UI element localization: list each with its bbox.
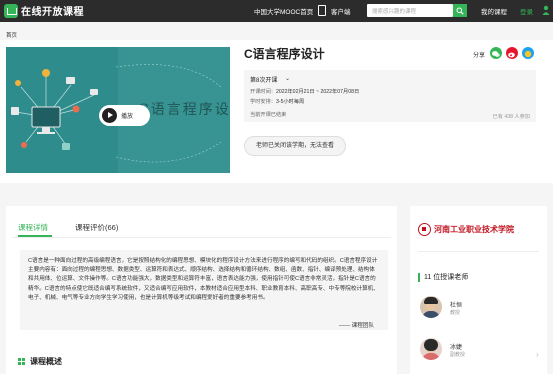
grid-icon [18, 358, 25, 365]
tab-course-reviews[interactable]: 课程评价(66) [75, 222, 118, 233]
course-hero: C语言程序设计 播放 C语言程序设计 分享 第8次开课 ⌄ 开课时间：2022年… [0, 40, 553, 183]
my-courses-link[interactable]: 我的课程 [481, 6, 507, 16]
course-details-card: 课程详情 课程评价(66) C语言是一种面向过程的高级编程语言，它是按照结构化的… [6, 206, 397, 374]
teacher-avatar[interactable] [420, 296, 442, 318]
wechat-share-icon[interactable] [490, 47, 502, 59]
closed-term-button[interactable]: 老师已关闭该学期，无法查看 [244, 136, 346, 156]
tab-course-details[interactable]: 课程详情 [18, 222, 48, 233]
play-label: 播放 [121, 114, 134, 120]
course-cover-video[interactable]: C语言程序设计 播放 [6, 47, 230, 173]
course-title: C语言程序设计 [244, 47, 325, 61]
teacher-avatar[interactable] [420, 338, 442, 360]
school-logo[interactable]: 河南工业职业技术学院 [418, 223, 514, 236]
qzone-share-icon[interactable] [522, 47, 534, 59]
search-icon [456, 7, 464, 15]
user-icon[interactable] [542, 5, 550, 15]
login-link[interactable]: 登录 [520, 6, 533, 16]
teacher-title: 教授 [450, 310, 461, 316]
top-nav-bar: 在线开放课程 中国大学MOOC首页 客户端 搜索感兴趣的课程 我的课程 登录 [0, 0, 553, 22]
sidebar-divider [418, 251, 539, 252]
teacher-title: 副教授 [450, 352, 466, 358]
nav-app-link[interactable]: 客户端 [331, 6, 351, 16]
course-hours-value: 3-5小时每周 [275, 99, 305, 105]
heading-accent-bar [418, 272, 420, 282]
nav-mooc-home-link[interactable]: 中国大学MOOC首页 [254, 6, 313, 16]
course-time-row: 开课时间：2022年02月21日 ~ 2022年07月08日 [250, 89, 360, 95]
school-seal-icon [418, 223, 431, 236]
share-label: 分享 [473, 53, 486, 59]
term-info-panel: 第8次开课 ⌄ 开课时间：2022年02月21日 ~ 2022年07月08日 学… [244, 70, 536, 122]
course-intro-box: C语言是一种面向过程的高级编程语言，它是按照结构化的编程思想、模块化的程序设计方… [20, 250, 388, 330]
weibo-share-icon[interactable] [506, 47, 518, 59]
course-hours-row: 学时安排：3-5小时每周 [250, 99, 305, 105]
play-icon [102, 108, 117, 123]
chevron-right-icon[interactable]: › [536, 350, 539, 359]
logo-text: 在线开放课程 [21, 7, 84, 18]
chevron-down-icon[interactable]: ⌄ [285, 75, 290, 82]
teacher-count-heading: 11 位授课老师 [418, 272, 468, 282]
school-sidebar: 河南工业职业技术学院 11 位授课老师 杜恒 教授 冰婕 副教授 › [410, 206, 547, 374]
course-team-signature: —— 课程团队 [338, 323, 374, 329]
tab-divider [12, 237, 391, 238]
logo-icon [4, 3, 18, 18]
play-button[interactable]: 播放 [99, 105, 150, 126]
breadcrumb[interactable]: 首页 [6, 31, 17, 39]
teacher-name[interactable]: 杜恒 [450, 300, 462, 309]
course-overview-heading: 课程概述 [18, 356, 62, 367]
term-selector[interactable]: 第8次开课 [250, 75, 277, 84]
search-button[interactable] [453, 4, 467, 17]
site-logo[interactable]: 在线开放课程 [4, 3, 84, 18]
course-time-value: 2022年02月21日 ~ 2022年07月08日 [275, 89, 360, 95]
search-input[interactable]: 搜索感兴趣的课程 [367, 4, 453, 17]
teacher-name[interactable]: 冰婕 [450, 342, 462, 351]
course-intro-text: C语言是一种面向过程的高级编程语言，它是按照结构化的编程思想、模块化的程序设计方… [28, 258, 379, 301]
cover-title: C语言程序设计 [138, 102, 230, 118]
course-status: 当前开课已结束 [250, 112, 287, 118]
phone-icon [318, 5, 326, 16]
school-name: 河南工业职业技术学院 [434, 224, 514, 234]
enrolled-count: 已有 438 人参加 [492, 114, 530, 120]
